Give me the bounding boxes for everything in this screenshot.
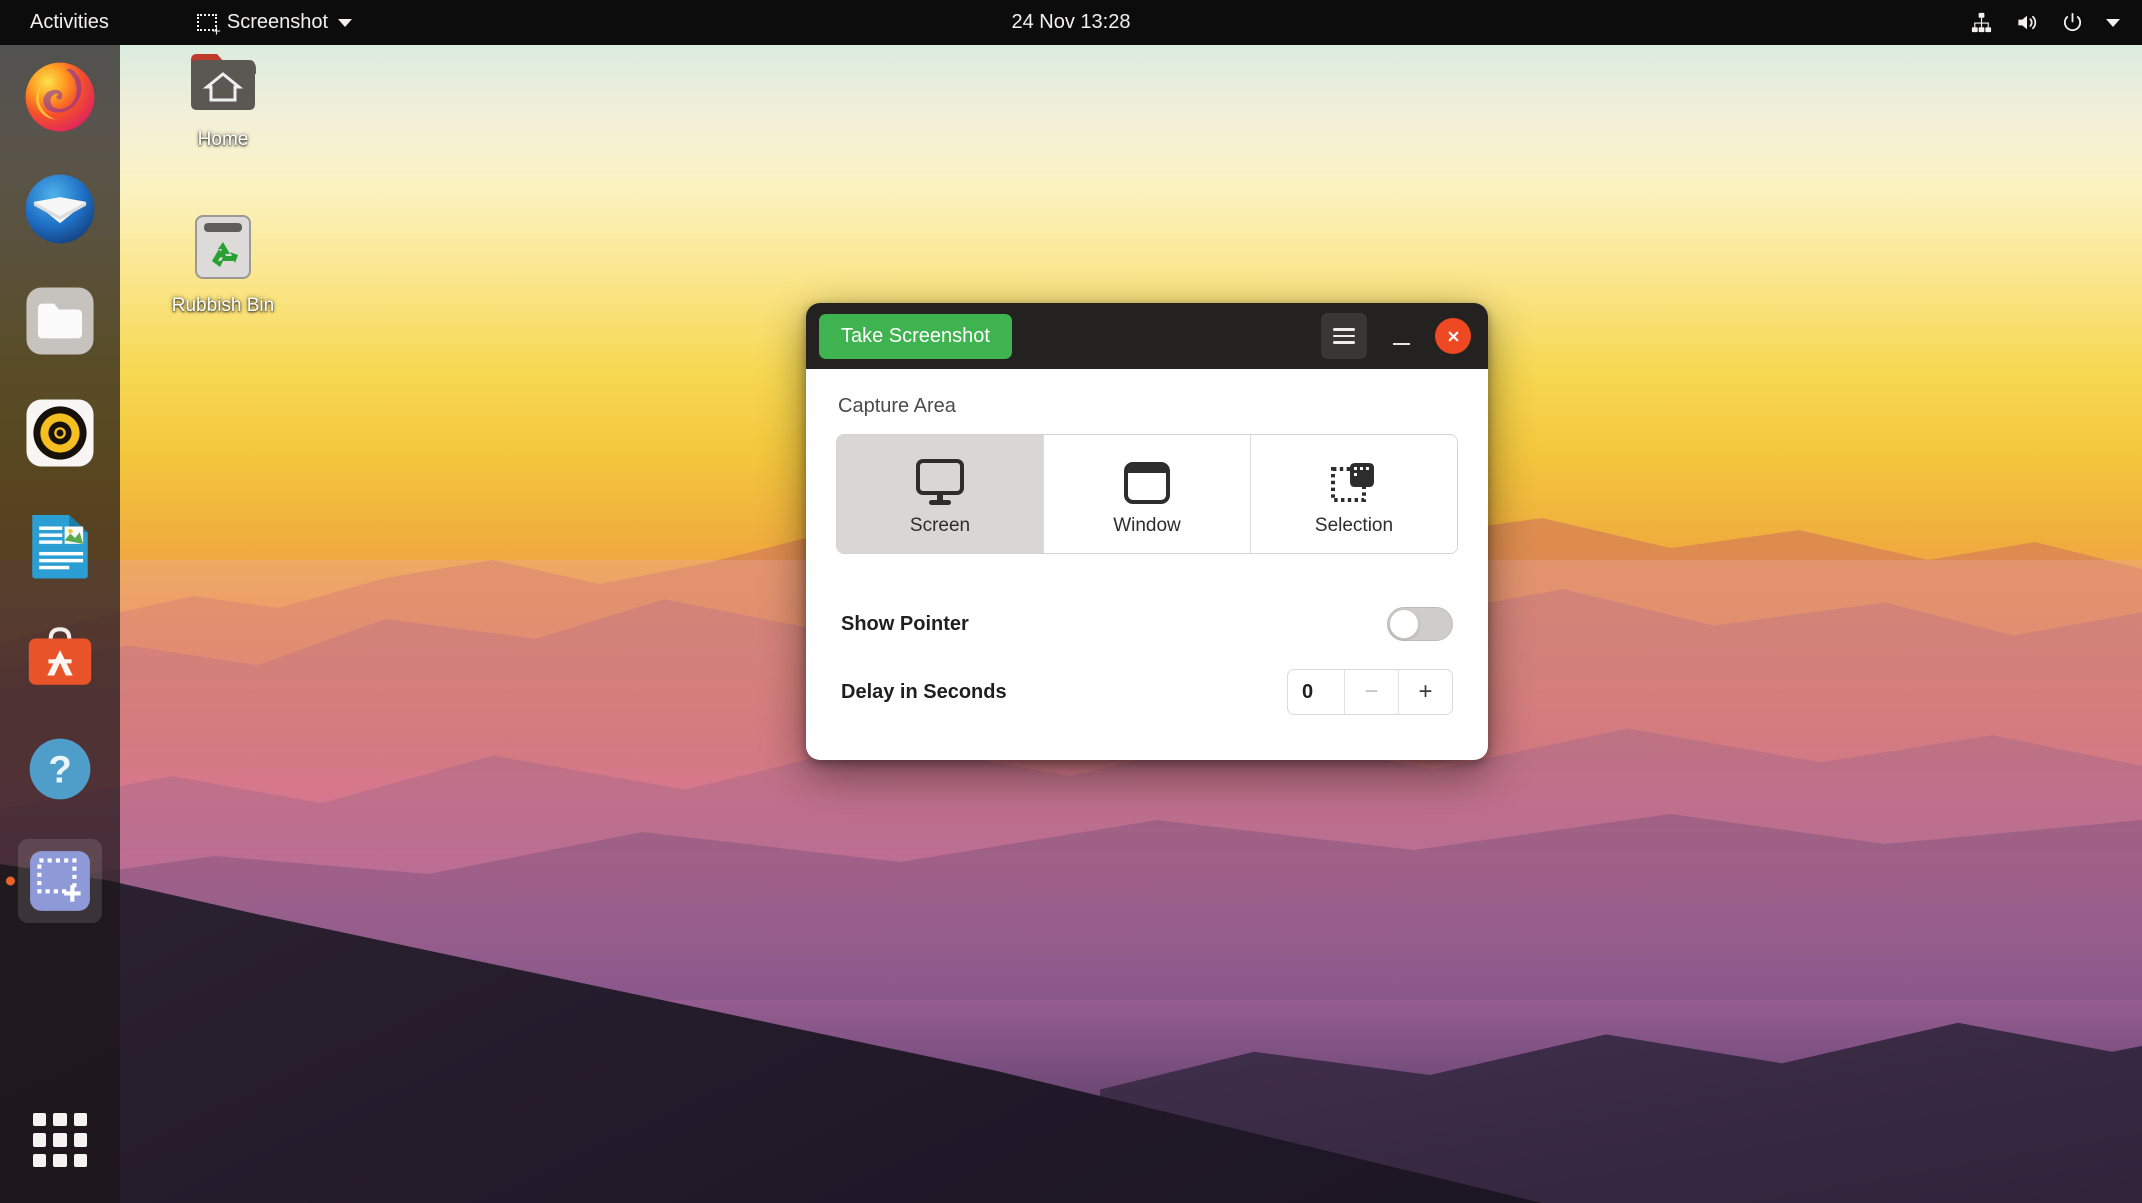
chevron-down-icon <box>338 18 353 27</box>
grid-dot <box>33 1113 47 1127</box>
running-indicator-dot <box>6 876 15 886</box>
selection-icon <box>1251 457 1457 509</box>
minimize-icon[interactable] <box>1381 316 1421 356</box>
help-icon: ? <box>29 738 91 800</box>
home-folder-icon <box>191 54 256 110</box>
hamburger-bars <box>1333 324 1355 348</box>
take-screenshot-button[interactable]: Take Screenshot <box>819 313 1012 359</box>
svg-text:?: ? <box>48 749 71 792</box>
firefox-icon <box>25 62 95 132</box>
dialog-headerbar: Take Screenshot <box>806 303 1488 369</box>
capture-option-screen[interactable]: Screen <box>837 435 1044 553</box>
thunderbird-icon <box>25 174 95 244</box>
grid-dot <box>33 1153 47 1167</box>
screenshot-selection-icon <box>196 14 221 39</box>
capture-area-selector: Screen Window Selection <box>836 434 1458 554</box>
toggle-knob <box>1389 609 1419 639</box>
show-applications-button[interactable] <box>27 1107 93 1173</box>
dock: ? <box>0 45 120 1203</box>
rhythmbox-icon <box>26 399 94 467</box>
dock-item-help[interactable]: ? <box>18 727 102 811</box>
clock-label[interactable]: 24 Nov 13:28 <box>1012 11 1131 33</box>
network-wired-icon[interactable] <box>1970 11 1993 34</box>
delay-value[interactable]: 0 <box>1288 670 1344 714</box>
menu-bar <box>1333 341 1355 344</box>
screenshot-icon <box>30 851 90 911</box>
hamburger-menu-icon[interactable] <box>1321 313 1367 359</box>
dock-item-libreoffice-writer[interactable] <box>18 503 102 587</box>
screenshot-dialog: Take Screenshot Capture Area Screen Wind… <box>806 303 1488 760</box>
capture-area-title: Capture Area <box>838 395 956 417</box>
dock-item-files[interactable] <box>18 279 102 363</box>
close-icon[interactable] <box>1435 318 1471 354</box>
minimize-dash <box>1392 342 1410 345</box>
menu-bar <box>1333 328 1355 331</box>
top-bar: Activities Screenshot 24 Nov 13:28 <box>0 0 2142 45</box>
grid-dot <box>53 1113 67 1127</box>
grid-dot <box>53 1133 67 1147</box>
dock-item-ubuntu-software[interactable] <box>18 615 102 699</box>
capture-option-label: Screen <box>909 515 971 536</box>
files-icon <box>26 287 94 355</box>
system-tray[interactable] <box>1970 11 2120 34</box>
delay-row: Delay in Seconds 0 − + <box>836 658 1458 726</box>
options-list: Show Pointer Delay in Seconds 0 − + <box>836 590 1458 726</box>
monitor-icon <box>837 457 1043 509</box>
delay-label: Delay in Seconds <box>841 680 1007 703</box>
window-icon <box>1044 457 1250 509</box>
ubuntu-software-icon <box>28 627 92 685</box>
desktop-icon-rubbish-bin[interactable]: Rubbish Bin <box>148 212 298 317</box>
grid-dot <box>73 1133 87 1147</box>
delay-increment-button[interactable]: + <box>1398 670 1452 714</box>
close-x-glyph <box>1448 331 1458 341</box>
grid-dot <box>53 1153 67 1167</box>
volume-icon[interactable] <box>2015 11 2039 34</box>
app-menu-label: Screenshot <box>226 11 329 33</box>
delay-decrement-button[interactable]: − <box>1344 670 1398 714</box>
delay-spinner: 0 − + <box>1287 669 1453 715</box>
show-pointer-toggle[interactable] <box>1387 607 1453 641</box>
power-icon[interactable] <box>2061 11 2084 34</box>
menu-bar <box>1333 334 1355 338</box>
capture-option-window[interactable]: Window <box>1044 435 1251 553</box>
capture-option-label: Window <box>1113 515 1181 536</box>
show-pointer-row: Show Pointer <box>836 590 1458 658</box>
grid-dot <box>33 1133 47 1147</box>
capture-option-selection[interactable]: Selection <box>1251 435 1457 553</box>
rubbish-bin-icon <box>195 215 251 279</box>
show-pointer-label: Show Pointer <box>841 612 969 635</box>
libreoffice-writer-icon <box>32 514 88 579</box>
capture-option-label: Selection <box>1314 515 1394 536</box>
activities-button[interactable]: Activities <box>20 8 119 37</box>
dock-item-thunderbird[interactable] <box>18 167 102 251</box>
desktop-icon-label: Home <box>197 129 249 150</box>
app-menu-button[interactable]: Screenshot <box>189 8 360 39</box>
dock-item-screenshot[interactable] <box>6 839 102 923</box>
grid-dot <box>73 1153 87 1167</box>
dock-item-rhythmbox[interactable] <box>18 391 102 475</box>
dialog-body: Capture Area Screen Window Selection Sho… <box>806 369 1488 760</box>
dock-item-firefox[interactable] <box>18 55 102 139</box>
chevron-down-icon[interactable] <box>2106 18 2120 27</box>
desktop-icon-label: Rubbish Bin <box>171 295 275 316</box>
grid-dot <box>73 1113 87 1127</box>
desktop-icon-home[interactable]: Home <box>148 50 298 151</box>
